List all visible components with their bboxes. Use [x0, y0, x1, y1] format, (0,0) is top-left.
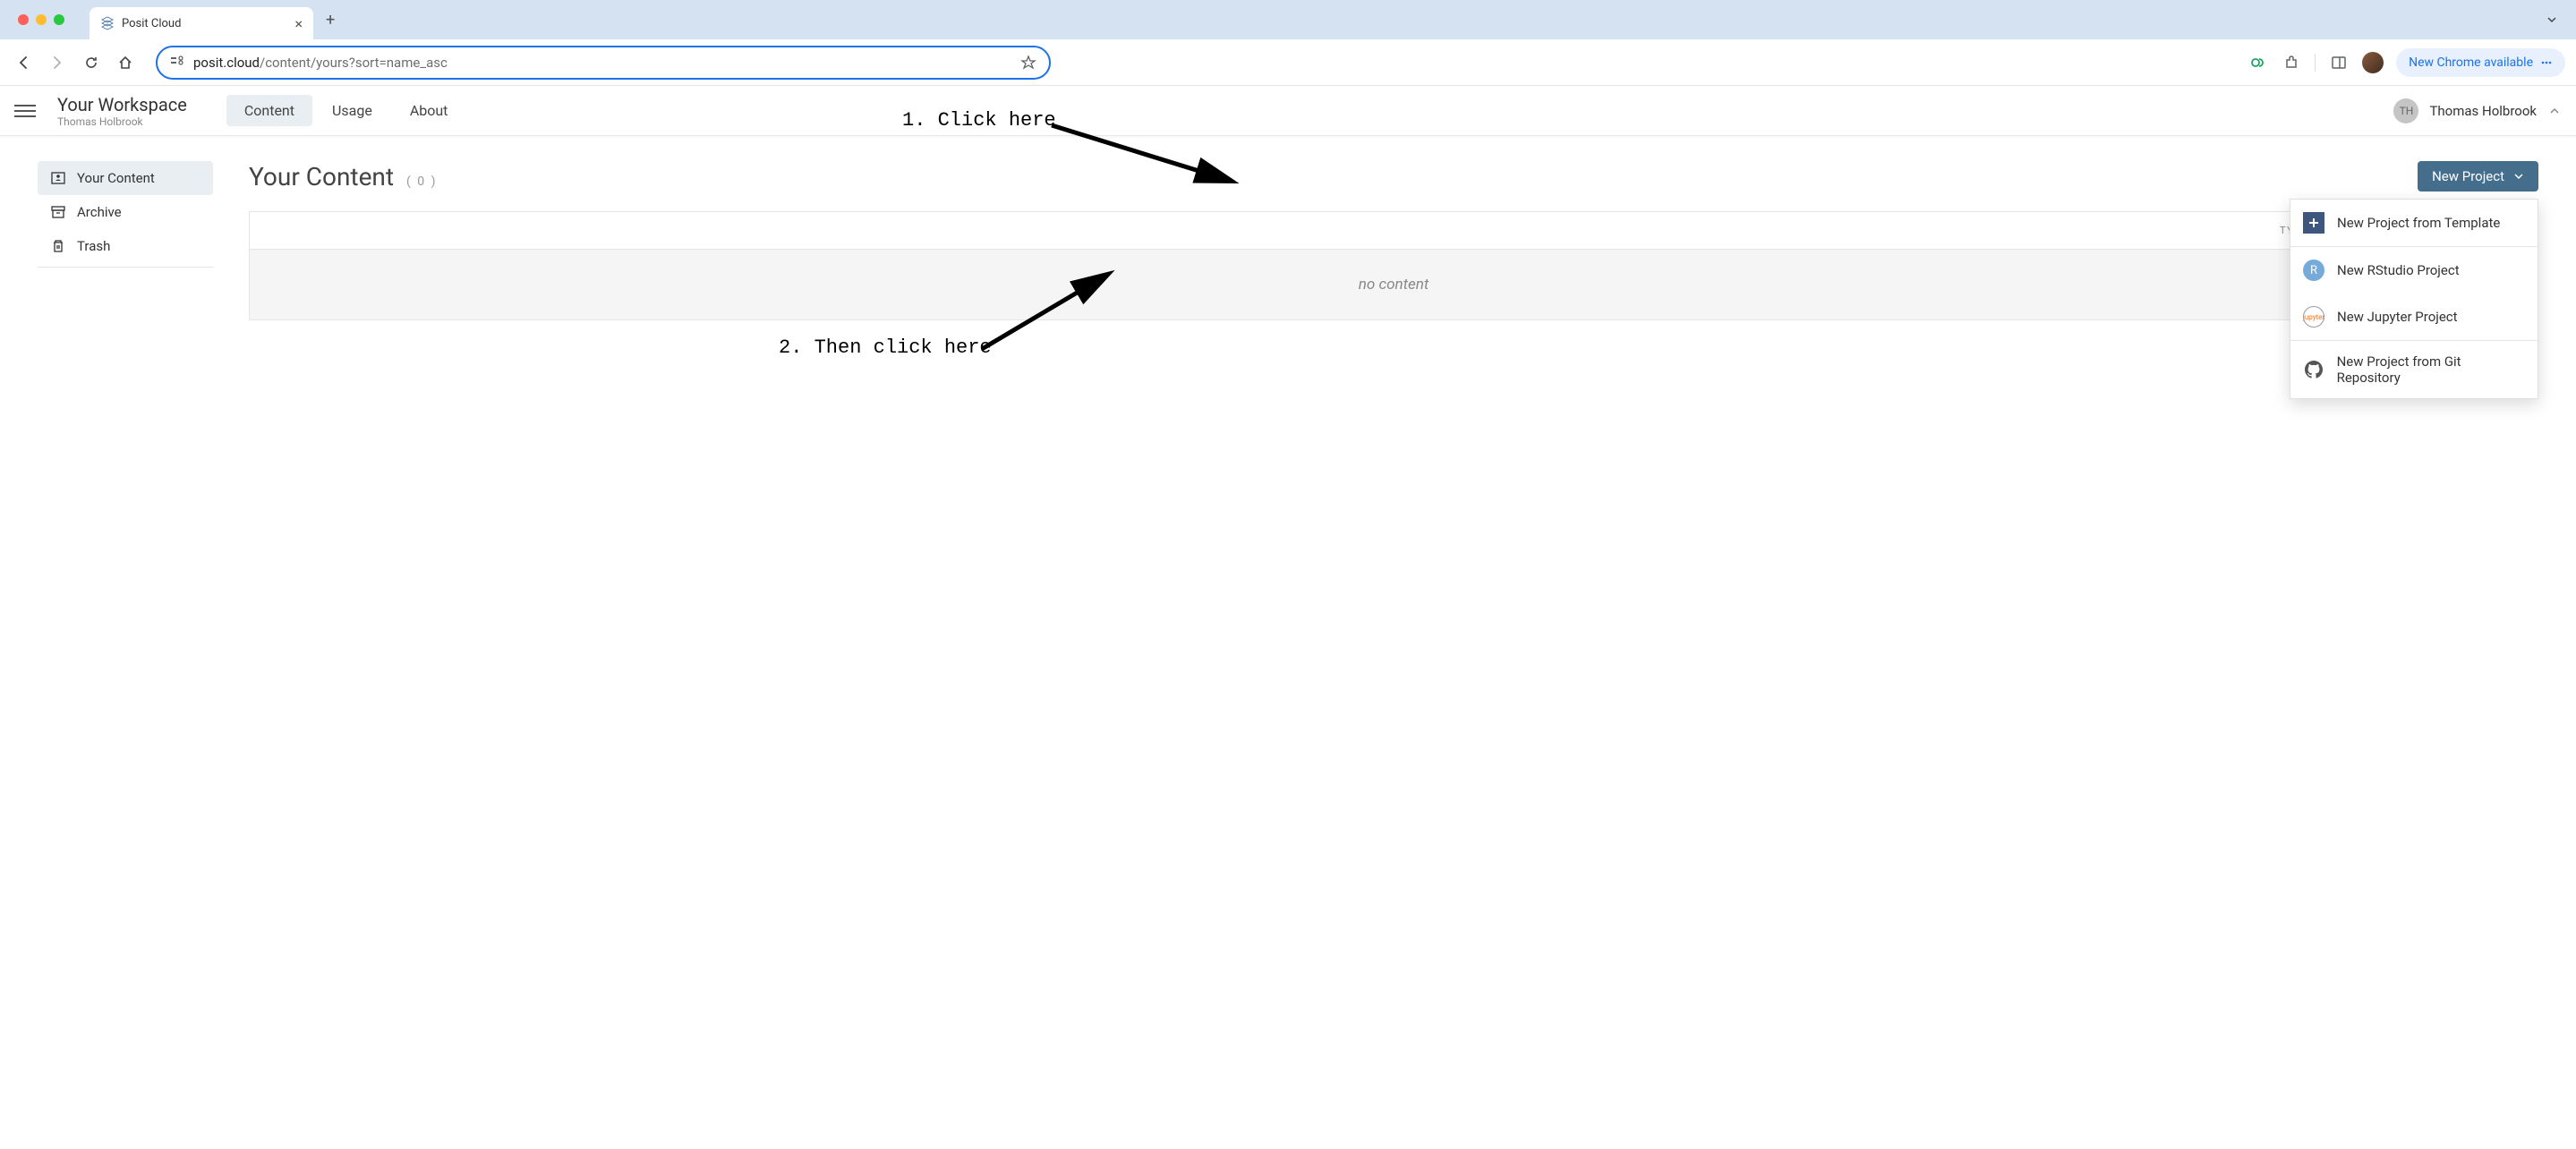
content-title: Your Content [249, 162, 394, 192]
site-settings-icon[interactable] [170, 55, 184, 70]
workspace-owner: Thomas Holbrook [57, 115, 187, 128]
minimize-window-button[interactable] [36, 14, 47, 25]
user-name: Thomas Holbrook [2429, 103, 2537, 119]
sidebar-item-label: Archive [77, 204, 122, 220]
annotation-arrow-1 [1047, 118, 1244, 199]
annotation-arrow-2 [977, 264, 1116, 355]
extensions-icon[interactable] [2281, 52, 2302, 73]
tab-label: Content [244, 102, 294, 119]
new-project-wrapper: New Project New Project from Template R … [2418, 161, 2538, 192]
annotation-step1: 1. Click here [902, 109, 1056, 132]
sidebar-divider [38, 267, 213, 268]
dropdown-item-label: New Project from Template [2337, 215, 2500, 231]
bookmark-star-icon[interactable] [1020, 55, 1036, 71]
content-area: Your Content ( 0 ) New Project New Proje… [249, 161, 2538, 320]
tab-content[interactable]: Content [226, 95, 312, 126]
address-bar[interactable]: posit.cloud/content/yours?sort=name_asc [156, 46, 1051, 80]
dropdown-item-rstudio[interactable]: R New RStudio Project [2290, 247, 2538, 294]
tab-usage[interactable]: Usage [314, 95, 390, 126]
sidebar-item-your-content[interactable]: Your Content [38, 161, 213, 195]
annotation-step2: 2. Then click here [779, 336, 992, 359]
browser-tab[interactable]: Posit Cloud × [90, 7, 313, 39]
app-tabs: Content Usage About [226, 95, 466, 126]
dropdown-item-label: New Project from Git Repository [2337, 353, 2525, 386]
jupyter-icon: jupyter [2303, 306, 2324, 328]
close-window-button[interactable] [18, 14, 29, 25]
dropdown-item-jupyter[interactable]: jupyter New Jupyter Project [2290, 294, 2538, 340]
tabs-dropdown-button[interactable] [2546, 13, 2558, 26]
new-project-button[interactable]: New Project [2418, 161, 2538, 192]
dropdown-item-template[interactable]: New Project from Template [2290, 200, 2538, 246]
tab-label: Usage [332, 102, 372, 119]
browser-tab-bar: Posit Cloud × + [0, 0, 2576, 39]
maximize-window-button[interactable] [54, 14, 64, 25]
chrome-update-label: New Chrome available [2409, 55, 2533, 70]
sidebar-item-archive[interactable]: Archive [38, 195, 213, 229]
content-header: Your Content ( 0 ) New Project New Proje… [249, 161, 2538, 192]
url-text: posit.cloud/content/yours?sort=name_asc [193, 55, 448, 71]
content-count: ( 0 ) [406, 174, 437, 189]
close-tab-button[interactable]: × [294, 15, 303, 32]
dropdown-item-label: New RStudio Project [2337, 262, 2460, 278]
tab-label: About [410, 102, 448, 119]
workspace-title: Your Workspace [57, 94, 187, 115]
back-button[interactable] [11, 50, 36, 75]
sidebar-item-trash[interactable]: Trash [38, 229, 213, 263]
home-button[interactable] [113, 50, 138, 75]
archive-icon [50, 204, 66, 220]
sidebar-item-label: Your Content [77, 170, 155, 186]
sidebar-item-label: Trash [77, 238, 110, 254]
new-tab-button[interactable]: + [326, 11, 335, 30]
window-controls [18, 14, 64, 25]
toolbar-divider [2315, 54, 2316, 72]
github-icon [2303, 359, 2324, 380]
workspace-title-block: Your Workspace Thomas Holbrook [57, 94, 187, 128]
toolbar-right: New Chrome available [2247, 48, 2565, 77]
expand-chevron-icon[interactable] [2547, 104, 2562, 118]
filter-bar: TYPE ✻ ACCESS ✻ SORT [249, 211, 2538, 249]
user-initials-badge[interactable]: TH [2393, 98, 2418, 123]
chrome-update-button[interactable]: New Chrome available [2396, 48, 2565, 77]
sidebar: Your Content Archive Trash [38, 161, 213, 320]
tab-about[interactable]: About [392, 95, 466, 126]
template-icon [2303, 212, 2324, 234]
side-panel-icon[interactable] [2328, 52, 2350, 73]
browser-toolbar: posit.cloud/content/yours?sort=name_asc … [0, 39, 2576, 86]
new-project-dropdown: New Project from Template R New RStudio … [2290, 199, 2538, 399]
posit-favicon-icon [100, 16, 115, 30]
rstudio-icon: R [2303, 260, 2324, 281]
dropdown-item-label: New Jupyter Project [2337, 309, 2458, 325]
main-layout: Your Content Archive Trash Your Content … [0, 136, 2576, 345]
menu-button[interactable] [14, 100, 36, 122]
profile-avatar-icon[interactable] [2362, 52, 2384, 73]
dropdown-item-git[interactable]: New Project from Git Repository [2290, 341, 2538, 398]
new-project-label: New Project [2432, 168, 2504, 184]
extension-status-icon[interactable] [2247, 52, 2268, 73]
header-user-area: TH Thomas Holbrook [2393, 98, 2562, 123]
empty-state-text: no content [1359, 276, 1429, 294]
user-content-icon [50, 170, 66, 186]
forward-button[interactable] [45, 50, 70, 75]
trash-icon [50, 238, 66, 254]
app-header: Your Workspace Thomas Holbrook Content U… [0, 86, 2576, 136]
content-title-block: Your Content ( 0 ) [249, 162, 438, 192]
reload-button[interactable] [79, 50, 104, 75]
chevron-down-icon [2513, 171, 2524, 182]
tab-title: Posit Cloud [122, 17, 287, 30]
empty-state: no content [249, 249, 2538, 320]
